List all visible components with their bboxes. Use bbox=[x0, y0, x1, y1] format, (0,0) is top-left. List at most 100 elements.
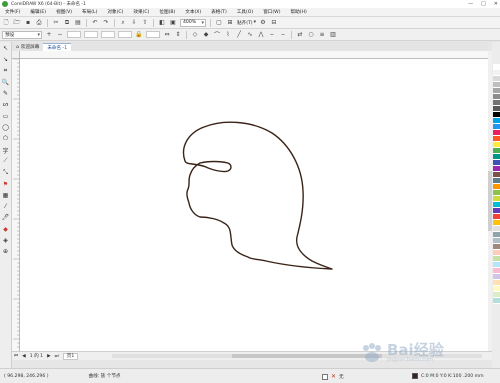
wrap-text-icon[interactable]: ▥ bbox=[329, 31, 337, 39]
toolbar-divider bbox=[186, 30, 187, 39]
add-preset-icon[interactable]: + bbox=[45, 31, 53, 39]
menu-bitmap[interactable]: 位图(B) bbox=[154, 9, 180, 15]
shape-tool-icon[interactable]: ↘ bbox=[1, 55, 10, 64]
fullscreen-preview-icon[interactable]: ▢ bbox=[215, 19, 223, 27]
zoom-level-dropdown[interactable]: 400% bbox=[180, 18, 206, 27]
head-silhouette-curve[interactable] bbox=[182, 121, 333, 270]
artistic-media-icon[interactable]: ᔕ bbox=[1, 100, 10, 109]
transparency-tool-icon[interactable]: ▦ bbox=[1, 191, 10, 200]
mirror-horizontal-icon[interactable]: ⇔ bbox=[163, 31, 171, 39]
fill-tool-icon[interactable]: ◆ bbox=[1, 225, 10, 234]
smooth-node-icon[interactable]: ⌣ bbox=[268, 31, 276, 39]
symmetric-node-icon[interactable]: ⌢ bbox=[279, 31, 287, 39]
menu-help[interactable]: 帮助(H) bbox=[286, 9, 312, 15]
search-content-icon[interactable]: ⌕ bbox=[119, 19, 127, 27]
preset-dropdown[interactable]: 预设 bbox=[2, 30, 42, 39]
position-x-field[interactable] bbox=[67, 31, 81, 38]
height-field[interactable] bbox=[118, 31, 132, 38]
menu-view[interactable]: 视图(V) bbox=[51, 9, 77, 15]
pick-tool-icon[interactable]: ↖ bbox=[1, 44, 10, 53]
text-tool-icon[interactable]: 字 bbox=[1, 146, 10, 155]
freehand-tool-icon[interactable]: ✎ bbox=[1, 89, 10, 98]
page-tab-label: 页1 bbox=[66, 354, 75, 359]
new-document-icon[interactable]: 🗋 bbox=[2, 19, 10, 27]
join-nodes-icon[interactable]: ⌒ bbox=[213, 31, 221, 39]
ellipse-tool-icon[interactable]: ◯ bbox=[1, 123, 10, 132]
position-y-field[interactable] bbox=[84, 31, 98, 38]
horizontal-ruler[interactable] bbox=[19, 51, 488, 66]
break-curve-icon[interactable]: ⌇ bbox=[224, 31, 232, 39]
to-curve-icon[interactable]: ∿ bbox=[246, 31, 254, 39]
parallel-dimension-icon[interactable]: ⟋ bbox=[1, 157, 10, 166]
tab-welcome-screen[interactable]: ⌂ 欢迎屏幕 bbox=[12, 43, 43, 51]
app-launcher-icon[interactable]: ◧ bbox=[158, 19, 166, 27]
remove-preset-icon[interactable]: − bbox=[56, 31, 64, 39]
title-bar: CorelDRAW X6 (64-Bit) - 未命名 -1 — □ ✕ bbox=[0, 0, 500, 8]
drawing-canvas[interactable] bbox=[20, 59, 488, 351]
menu-layout[interactable]: 布局(L) bbox=[77, 9, 102, 15]
outline-pen-icon[interactable]: 🖊 bbox=[1, 213, 10, 222]
menu-text[interactable]: 文本(X) bbox=[180, 9, 206, 15]
color-swatch[interactable] bbox=[492, 298, 500, 304]
lock-ratio-icon[interactable]: 🔒 bbox=[135, 31, 143, 39]
reverse-direction-icon[interactable]: ⇄ bbox=[296, 31, 304, 39]
first-page-icon[interactable]: ⏮ bbox=[14, 353, 18, 359]
eyedropper-tool-icon[interactable]: ⁄ bbox=[1, 202, 10, 211]
import-icon[interactable]: ⇩ bbox=[130, 19, 138, 27]
prev-page-icon[interactable]: ◀ bbox=[22, 354, 26, 359]
interactive-blend-icon[interactable]: ⚑ bbox=[1, 180, 10, 189]
snap-to-dropdown[interactable]: 贴齐(T) ▾ bbox=[237, 19, 256, 27]
page-tab[interactable]: 页1 bbox=[62, 352, 79, 360]
status-bar: ( 96.298, 246.296 ) 曲线: 族 个节点 ✕ 无 C:0 M:… bbox=[0, 368, 500, 383]
menu-object[interactable]: 对象(C) bbox=[102, 9, 128, 15]
copy-icon[interactable]: ⧉ bbox=[63, 19, 71, 27]
zoom-tool-icon[interactable]: 🔍 bbox=[1, 78, 10, 87]
save-icon[interactable]: ▪ bbox=[24, 19, 32, 27]
connector-tool-icon[interactable]: ⤡ bbox=[1, 168, 10, 177]
redo-icon[interactable]: ↷ bbox=[102, 19, 110, 27]
menu-window[interactable]: 窗口(W) bbox=[258, 9, 285, 15]
gear-icon[interactable]: ⚙ bbox=[259, 19, 267, 27]
outline-width-icon[interactable]: ≡ bbox=[318, 31, 326, 39]
menu-table[interactable]: 表格(T) bbox=[206, 9, 232, 15]
fill-indicator[interactable]: ✕ 无 bbox=[322, 373, 344, 380]
rotation-field[interactable] bbox=[146, 31, 160, 38]
ruler-origin[interactable] bbox=[12, 51, 20, 59]
cusp-node-icon[interactable]: ⋀ bbox=[257, 31, 265, 39]
outline-indicator[interactable]: C:0 M:0 Y:0 K:100 .200 mm bbox=[412, 373, 484, 379]
fill-none-label: 无 bbox=[339, 374, 344, 380]
open-folder-icon[interactable]: 🗁 bbox=[13, 19, 21, 27]
cut-icon[interactable]: ✂ bbox=[52, 19, 60, 27]
vertical-ruler[interactable] bbox=[12, 58, 20, 351]
print-icon[interactable]: ⎙ bbox=[35, 19, 43, 27]
window-title: CorelDRAW X6 (64-Bit) - 未命名 -1 bbox=[11, 2, 86, 7]
options-icon[interactable]: ⊟ bbox=[270, 19, 278, 27]
menu-edit[interactable]: 编辑(E) bbox=[25, 9, 51, 15]
minimize-button[interactable]: — bbox=[468, 1, 473, 7]
crop-tool-icon[interactable]: ⌗ bbox=[1, 67, 10, 76]
width-field[interactable] bbox=[101, 31, 115, 38]
menu-effects[interactable]: 效果(C) bbox=[128, 9, 154, 15]
maximize-button[interactable]: □ bbox=[481, 1, 486, 7]
next-page-icon[interactable]: ▶ bbox=[47, 354, 51, 359]
node-add-icon[interactable]: ◇ bbox=[191, 31, 199, 39]
mirror-vertical-icon[interactable]: ⇕ bbox=[174, 31, 182, 39]
menu-file[interactable]: 文件(F) bbox=[0, 9, 25, 15]
close-curve-icon[interactable]: ○ bbox=[307, 31, 315, 39]
last-page-icon[interactable]: ⏭ bbox=[55, 353, 59, 359]
undo-icon[interactable]: ↶ bbox=[91, 19, 99, 27]
rectangle-tool-icon[interactable]: ▭ bbox=[1, 112, 10, 121]
tab-document[interactable]: 未命名 -1 bbox=[43, 43, 72, 51]
export-icon[interactable]: ⇧ bbox=[141, 19, 149, 27]
close-button[interactable]: ✕ bbox=[494, 1, 498, 7]
polygon-tool-icon[interactable]: ⬠ bbox=[1, 134, 10, 143]
to-line-icon[interactable]: ╱ bbox=[235, 31, 243, 39]
menu-tools[interactable]: 工具(O) bbox=[232, 9, 258, 15]
paste-icon[interactable]: ▤ bbox=[74, 19, 82, 27]
interactive-fill-icon[interactable]: ◈ bbox=[1, 236, 10, 245]
add-tool-icon[interactable]: ⊕ bbox=[1, 247, 10, 256]
rulers-icon[interactable]: ⊞ bbox=[226, 19, 234, 27]
node-delete-icon[interactable]: ◆ bbox=[202, 31, 210, 39]
welcome-screen-icon[interactable]: ▣ bbox=[169, 19, 177, 27]
outline-info: C:0 M:0 Y:0 K:100 .200 mm bbox=[421, 373, 484, 379]
